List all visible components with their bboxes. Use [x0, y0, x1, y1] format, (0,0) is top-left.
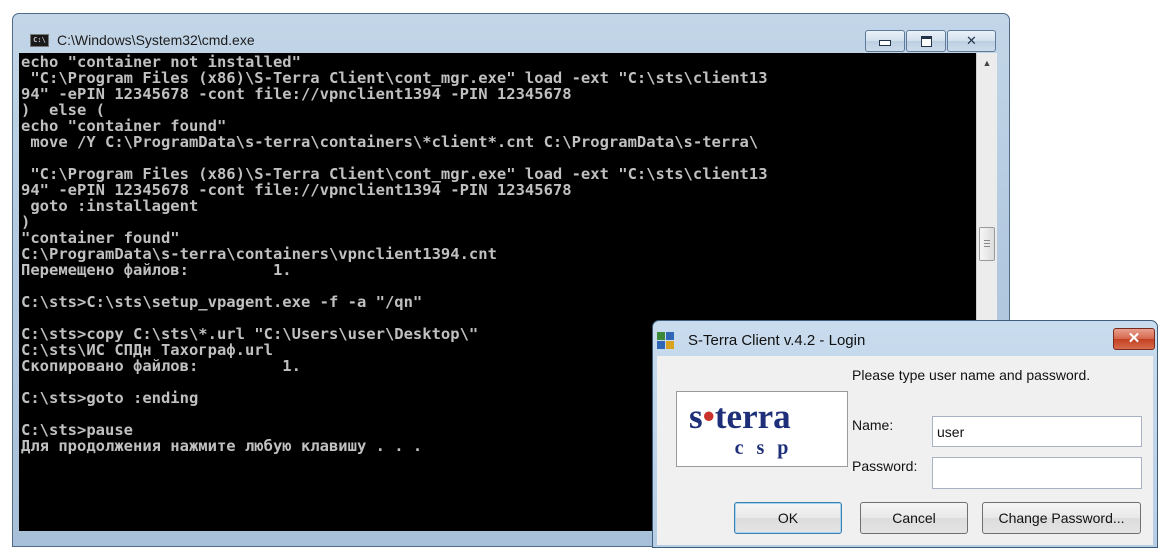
login-body: s•terra csp Please type user name and pa…: [657, 356, 1153, 545]
icon-square: [666, 341, 674, 349]
login-prompt: Please type user name and password.: [852, 367, 1091, 383]
ok-button[interactable]: OK: [734, 502, 842, 534]
logo-dot: •: [702, 397, 715, 436]
maximize-icon: [920, 36, 932, 47]
icon-square: [657, 341, 665, 349]
logo-s: s: [689, 397, 703, 436]
grip-line: [984, 240, 990, 241]
icon-square: [666, 332, 674, 340]
scroll-up-icon[interactable]: ▲: [979, 55, 995, 71]
close-button[interactable]: ✕: [947, 30, 996, 52]
minimize-button[interactable]: [865, 30, 905, 52]
logo-csp: csp: [734, 437, 802, 459]
grip-line: [984, 246, 990, 247]
login-dialog: S-Terra Client v.4.2 - Login ✕ s•terra c…: [652, 320, 1158, 548]
logo-terra: terra: [714, 397, 791, 436]
grip-line: [984, 243, 990, 244]
console-icon: C:\: [30, 34, 49, 47]
name-input[interactable]: [932, 416, 1142, 447]
login-titlebar[interactable]: S-Terra Client v.4.2 - Login ✕: [653, 321, 1157, 357]
s-terra-logo: s•terra csp: [676, 391, 848, 467]
change-password-button[interactable]: Change Password...: [982, 502, 1141, 534]
scrollbar-thumb[interactable]: [979, 227, 995, 261]
password-input[interactable]: [932, 457, 1142, 489]
login-close-button[interactable]: ✕: [1113, 328, 1155, 350]
close-icon: ✕: [966, 33, 977, 48]
cmd-window-title: C:\Windows\System32\cmd.exe: [57, 32, 255, 48]
s-terra-app-icon: [657, 332, 674, 349]
password-label: Password:: [852, 458, 918, 474]
cmd-titlebar[interactable]: C:\ C:\Windows\System32\cmd.exe ✕: [13, 14, 1009, 52]
maximize-button[interactable]: [906, 30, 946, 52]
login-title: S-Terra Client v.4.2 - Login: [688, 332, 866, 349]
cancel-button[interactable]: Cancel: [860, 502, 968, 534]
logo-wordmark: s•terra: [689, 397, 791, 437]
name-label: Name:: [852, 417, 894, 433]
icon-square: [657, 332, 665, 340]
close-icon: ✕: [1127, 330, 1141, 347]
minimize-icon: [879, 40, 891, 46]
